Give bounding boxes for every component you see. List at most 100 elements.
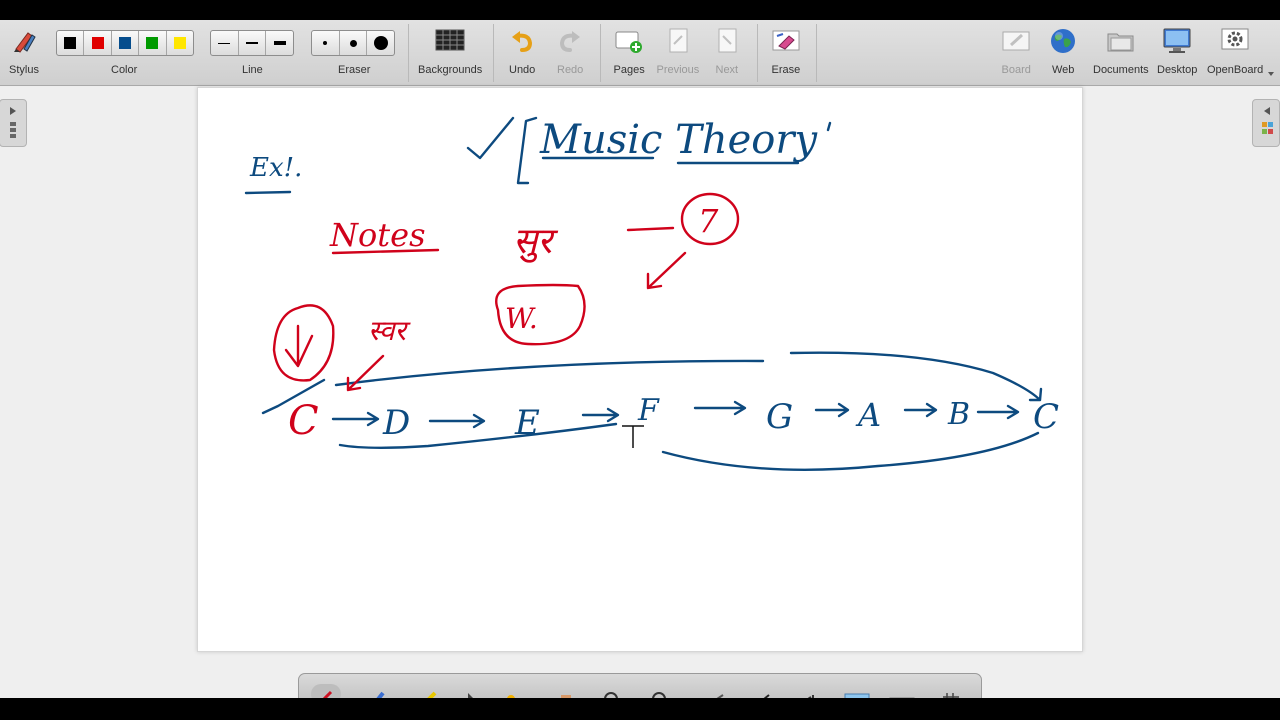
ink-canvas[interactable]: Music Theory Ex!. D E F G A B C Notes सु… xyxy=(198,88,1084,653)
folder-icon xyxy=(1106,26,1136,56)
documents-button[interactable]: Documents xyxy=(1090,20,1152,86)
stylus-label: Stylus xyxy=(9,64,39,76)
toolbar-separator xyxy=(408,24,409,82)
hindi-label: सुर xyxy=(513,221,558,263)
next-page-button[interactable]: Next xyxy=(705,20,749,86)
openboard-menu-button[interactable]: OpenBoard xyxy=(1204,20,1266,86)
line-medium[interactable] xyxy=(239,31,267,55)
red-arrow-to-c xyxy=(346,354,385,392)
board-area: Music Theory Ex!. D E F G A B C Notes सु… xyxy=(0,87,1280,698)
main-toolbar: Stylus Color Line Eraser Backgrounds Und… xyxy=(0,20,1280,86)
red-arrow-to-w xyxy=(646,251,687,290)
backgrounds-button[interactable]: Backgrounds xyxy=(416,20,484,86)
erase-button[interactable]: Erase xyxy=(764,20,808,86)
eraser-medium[interactable] xyxy=(340,31,368,55)
eraser-size-selector xyxy=(311,30,395,56)
erase-board-icon xyxy=(771,26,801,56)
line-thin[interactable] xyxy=(211,31,239,55)
backgrounds-label: Backgrounds xyxy=(418,64,483,76)
note-a: A xyxy=(855,396,881,434)
web-button[interactable]: Web xyxy=(1041,20,1085,86)
down-arrow-circle xyxy=(272,304,335,382)
previous-page-icon xyxy=(663,26,693,56)
toolbar-separator xyxy=(600,24,601,82)
color-blue[interactable] xyxy=(112,31,140,55)
pages-label: Pages xyxy=(613,64,645,76)
desktop-button[interactable]: Desktop xyxy=(1155,20,1199,86)
board-label: Board xyxy=(1001,64,1031,76)
erase-label: Erase xyxy=(771,64,801,76)
right-palette-tab[interactable] xyxy=(1252,99,1280,147)
grid-background-icon xyxy=(435,26,465,56)
example-underline xyxy=(244,190,292,195)
stylus-button[interactable]: Stylus xyxy=(2,20,46,86)
globe-icon xyxy=(1048,26,1078,56)
note-g: G xyxy=(766,397,793,437)
letterbox-bottom xyxy=(0,698,1280,720)
undo-icon xyxy=(507,26,537,56)
eraser-small[interactable] xyxy=(312,31,340,55)
letterbox-top xyxy=(0,0,1280,20)
eraser-large[interactable] xyxy=(367,31,394,55)
redo-icon xyxy=(555,26,585,56)
line-thick[interactable] xyxy=(266,31,293,55)
toolbar-separator xyxy=(816,24,817,82)
dash-line xyxy=(626,226,675,232)
documents-label: Documents xyxy=(1093,64,1149,76)
redo-button[interactable]: Redo xyxy=(548,20,592,86)
line-width-selector xyxy=(210,30,294,56)
hindi-small-label: स्वर xyxy=(368,314,411,347)
note-d: D xyxy=(382,403,410,443)
note-e: E xyxy=(514,403,540,443)
toolbar-separator xyxy=(493,24,494,82)
w-label: W. xyxy=(505,302,538,335)
arrow-g-a xyxy=(814,402,850,418)
desktop-label: Desktop xyxy=(1157,64,1198,76)
example-label: Ex!. xyxy=(249,153,302,183)
chevron-down-icon[interactable] xyxy=(1268,72,1274,76)
color-green[interactable] xyxy=(139,31,167,55)
tools-dock xyxy=(298,673,982,700)
note-c: C xyxy=(288,398,319,444)
line-label: Line xyxy=(242,64,263,76)
board-icon xyxy=(1001,26,1031,56)
down-arrow-icon xyxy=(284,324,314,368)
arrow-a-b xyxy=(903,402,938,418)
lower-arc-right xyxy=(661,431,1040,471)
whiteboard-page[interactable]: Music Theory Ex!. D E F G A B C Notes सु… xyxy=(197,87,1083,652)
note-f: F xyxy=(637,393,660,428)
pages-button[interactable]: Pages xyxy=(607,20,651,86)
left-palette-tab[interactable] xyxy=(0,99,27,147)
color-black[interactable] xyxy=(57,31,85,55)
note-b: B xyxy=(947,397,970,432)
color-label: Color xyxy=(111,64,138,76)
toolbar-separator xyxy=(757,24,758,82)
stylus-icon xyxy=(9,26,39,56)
openboard-window: Stylus Color Line Eraser Backgrounds Und… xyxy=(0,0,1280,720)
add-page-icon xyxy=(614,26,644,56)
title-apostrophe xyxy=(826,121,832,132)
title-bracket xyxy=(516,116,538,185)
color-selector xyxy=(56,30,194,56)
title-text: Music Theory xyxy=(539,117,818,163)
arrow-c-d xyxy=(331,411,380,427)
previous-label: Previous xyxy=(656,64,700,76)
monitor-icon xyxy=(1162,26,1192,56)
board-mode-button[interactable]: Board xyxy=(994,20,1038,86)
notes-label: Notes xyxy=(329,216,425,254)
undo-label: Undo xyxy=(509,64,536,76)
eraser-label: Eraser xyxy=(338,64,371,76)
crosshair-cursor-icon xyxy=(622,425,644,448)
upper-arc-right xyxy=(789,351,1043,402)
openboard-label: OpenBoard xyxy=(1207,64,1264,76)
arrow-e-f xyxy=(581,407,620,423)
note-c-high: C xyxy=(1033,397,1059,437)
settings-gear-icon xyxy=(1220,26,1250,56)
previous-page-button[interactable]: Previous xyxy=(655,20,701,86)
web-label: Web xyxy=(1052,64,1075,76)
color-yellow[interactable] xyxy=(167,31,193,55)
upper-arc-left xyxy=(334,359,765,387)
undo-button[interactable]: Undo xyxy=(500,20,544,86)
next-page-icon xyxy=(712,26,742,56)
color-red[interactable] xyxy=(84,31,112,55)
